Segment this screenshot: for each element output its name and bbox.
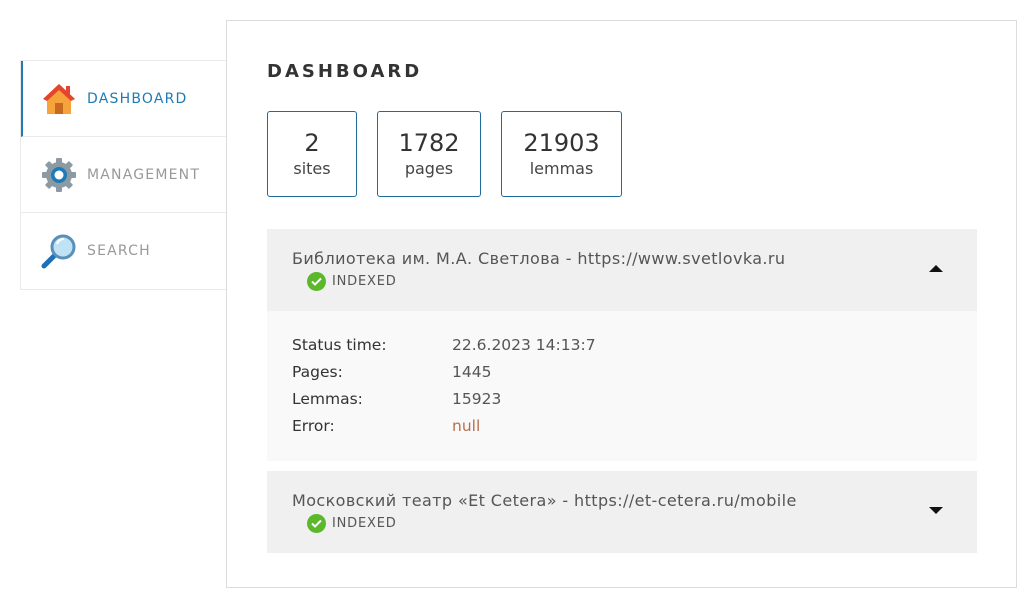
- site-title: Библиотека им. М.А. Светлова - https://w…: [292, 249, 786, 268]
- gear-icon: [41, 157, 77, 193]
- collapse-arrow-icon[interactable]: [929, 265, 943, 272]
- detail-value: 1445: [452, 362, 492, 381]
- sidebar-item-label: MANAGEMENT: [87, 166, 201, 183]
- detail-key: Pages:: [292, 362, 343, 381]
- stat-pages: 1782 pages: [377, 111, 481, 197]
- detail-row-error: Error: null: [292, 412, 952, 439]
- sidebar-item-management[interactable]: MANAGEMENT: [21, 137, 226, 213]
- sidebar-item-search[interactable]: SEARCH: [21, 213, 226, 289]
- site-status: INDEXED: [307, 514, 952, 533]
- page-title: DASHBOARD: [267, 61, 423, 82]
- stat-sites: 2 sites: [267, 111, 357, 197]
- stat-label: lemmas: [529, 159, 594, 178]
- detail-value: 22.6.2023 14:13:7: [452, 335, 596, 354]
- stat-value: 21903: [523, 129, 600, 157]
- detail-key: Status time:: [292, 335, 387, 354]
- sidebar: DASHBOARD MANAGEMENT SEARCH: [20, 60, 226, 290]
- site-item: Московский театр «Et Cetera» - https://e…: [267, 471, 977, 553]
- site-status: INDEXED: [307, 272, 952, 291]
- stats-row: 2 sites 1782 pages 21903 lemmas: [267, 111, 622, 197]
- magnifier-icon: [41, 233, 77, 269]
- site-title: Московский театр «Et Cetera» - https://e…: [292, 491, 797, 510]
- stat-value: 1782: [398, 129, 460, 157]
- stat-value: 2: [304, 129, 320, 157]
- site-details: Status time: 22.6.2023 14:13:7 Pages: 14…: [267, 311, 977, 461]
- detail-key: Lemmas:: [292, 389, 363, 408]
- sidebar-item-label: SEARCH: [87, 243, 151, 259]
- site-item: Библиотека им. М.А. Светлова - https://w…: [267, 229, 977, 461]
- detail-value: 15923: [452, 389, 502, 408]
- detail-row-status-time: Status time: 22.6.2023 14:13:7: [292, 331, 952, 358]
- status-label: INDEXED: [332, 274, 397, 289]
- sites-list: Библиотека им. М.А. Светлова - https://w…: [267, 229, 977, 563]
- check-circle-icon: [307, 514, 326, 533]
- status-label: INDEXED: [332, 516, 397, 531]
- main-panel: DASHBOARD 2 sites 1782 pages 21903 lemma…: [226, 20, 1017, 588]
- detail-row-pages: Pages: 1445: [292, 358, 952, 385]
- sidebar-item-dashboard[interactable]: DASHBOARD: [21, 61, 226, 137]
- stat-lemmas: 21903 lemmas: [501, 111, 622, 197]
- detail-row-lemmas: Lemmas: 15923: [292, 385, 952, 412]
- home-icon: [41, 81, 77, 117]
- stat-label: sites: [293, 159, 331, 178]
- stat-label: pages: [404, 159, 454, 178]
- site-header[interactable]: Библиотека им. М.А. Светлова - https://w…: [267, 229, 977, 311]
- detail-key: Error:: [292, 416, 335, 435]
- expand-arrow-icon[interactable]: [929, 507, 943, 514]
- sidebar-item-label: DASHBOARD: [87, 90, 188, 107]
- check-circle-icon: [307, 272, 326, 291]
- detail-value: null: [452, 416, 481, 435]
- site-header[interactable]: Московский театр «Et Cetera» - https://e…: [267, 471, 977, 553]
